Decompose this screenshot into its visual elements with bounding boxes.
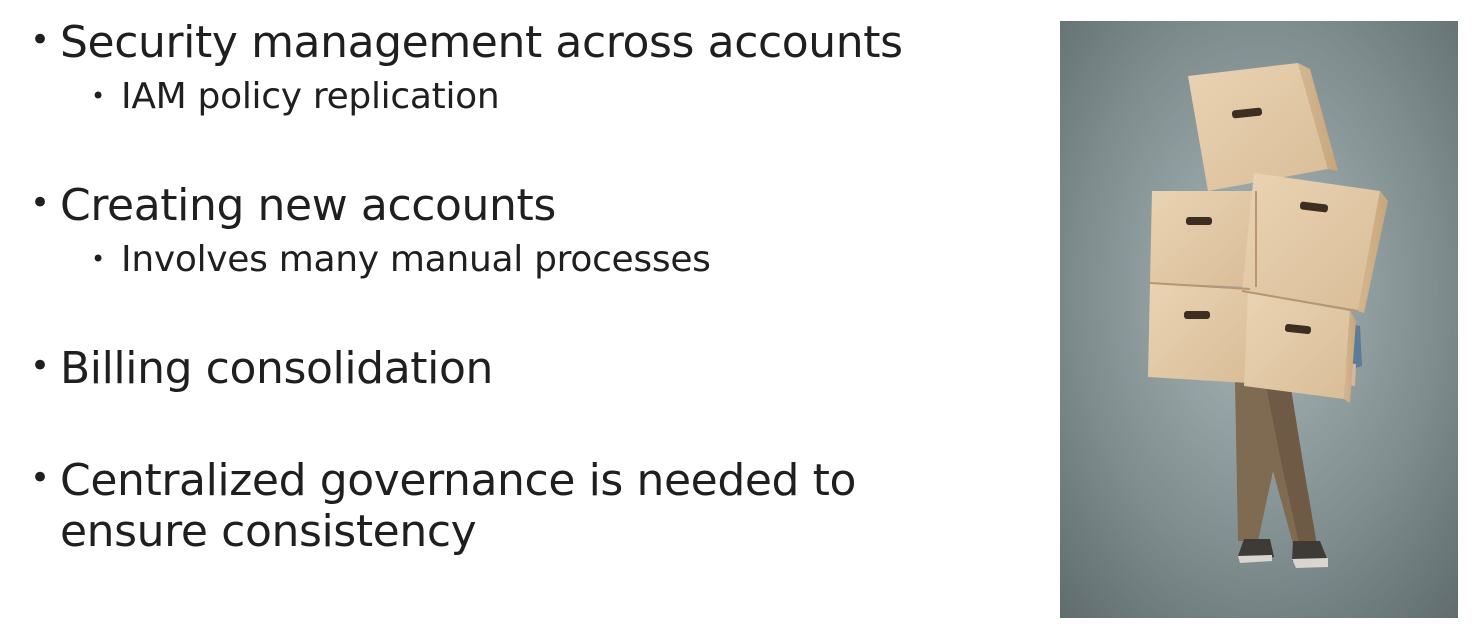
box-bottom-right	[1244, 293, 1356, 403]
bullet-item-3: • Billing consolidation	[30, 343, 493, 394]
bullet-item-2-subitem-1: • Involves many manual processes	[91, 238, 711, 281]
person-carrying-boxes-illustration	[1060, 21, 1458, 618]
bullet-item-1: • Security management across accounts	[30, 17, 903, 68]
box-middle-right	[1242, 173, 1388, 313]
bullet-dot: •	[30, 183, 51, 223]
bullet-item-1-text: Security management across accounts	[60, 17, 903, 68]
bullet-dot: •	[30, 346, 51, 386]
box-middle-left	[1150, 191, 1256, 287]
bullet-item-2: • Creating new accounts	[30, 180, 556, 231]
bullet-item-1-subitem-1-text: IAM policy replication	[121, 76, 500, 117]
box-bottom-left	[1148, 283, 1250, 383]
bullet-item-3-text: Billing consolidation	[60, 343, 493, 394]
bullet-item-1-subitem-1: • IAM policy replication	[91, 75, 500, 118]
bullet-item-4-text: Centralized governance is needed to ensu…	[60, 455, 857, 558]
person-carrying-boxes-image	[1060, 21, 1458, 618]
bullet-dot: •	[30, 20, 51, 60]
right-shoe-sole	[1292, 558, 1328, 568]
bullet-list: • Security management across accounts • …	[0, 0, 1030, 626]
bullet-item-4: • Centralized governance is needed to en…	[30, 455, 1010, 557]
bullet-item-2-subitem-1-text: Involves many manual processes	[121, 239, 711, 280]
sub-bullet-dot: •	[91, 245, 106, 273]
bullet-dot: •	[30, 458, 51, 498]
sub-bullet-dot: •	[91, 82, 106, 110]
bullet-item-2-text: Creating new accounts	[60, 180, 556, 231]
